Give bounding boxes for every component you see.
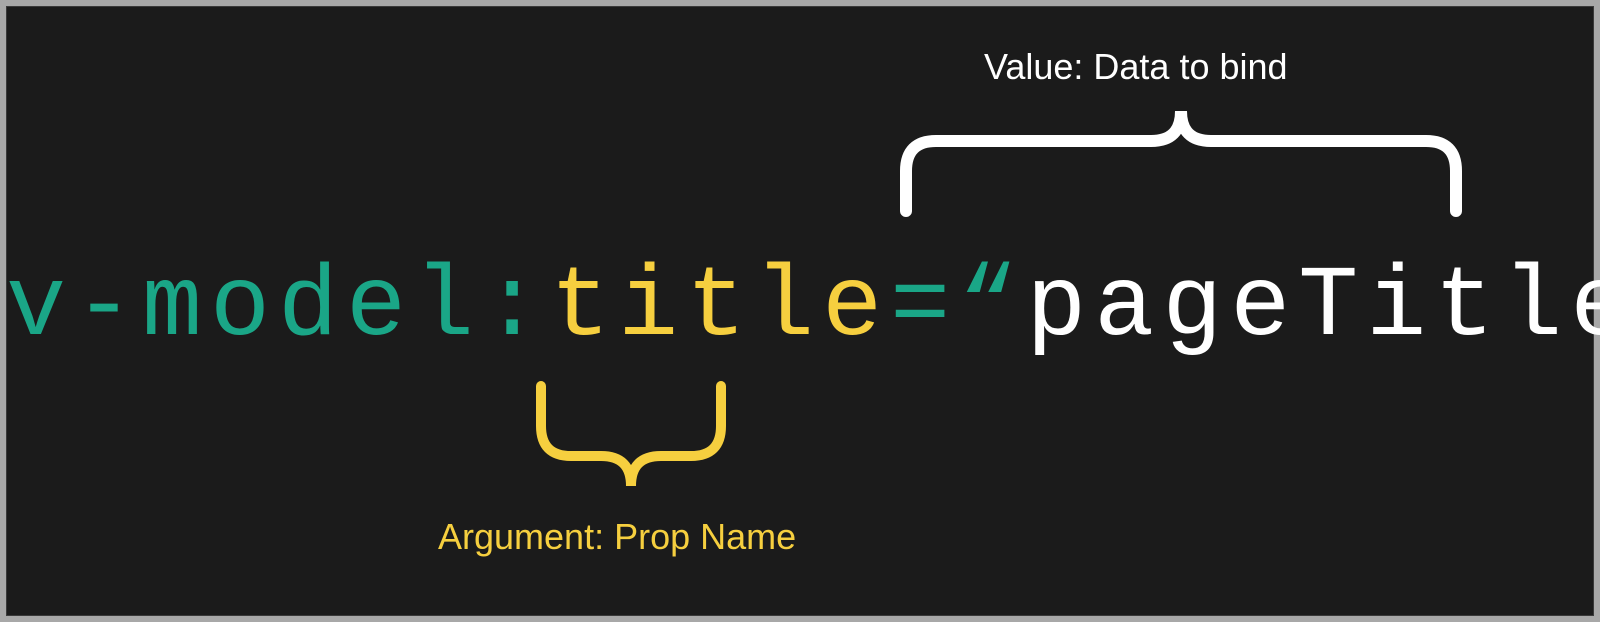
- brace-top-icon: [896, 111, 1466, 221]
- label-value: Value: Data to bind: [984, 46, 1288, 88]
- token-value: pageTitle: [1026, 252, 1600, 365]
- token-open-quote: “: [958, 252, 1026, 365]
- diagram-frame: Value: Data to bind v-model:title=“pageT…: [6, 6, 1594, 616]
- label-argument: Argument: Prop Name: [438, 516, 796, 558]
- token-equals: =: [890, 252, 958, 365]
- brace-bottom-icon: [531, 376, 731, 486]
- code-expression: v-model:title=“pageTitle”: [6, 252, 1594, 365]
- token-argument: title: [550, 252, 890, 365]
- token-colon: :: [482, 252, 550, 365]
- token-directive: v-model: [6, 252, 482, 365]
